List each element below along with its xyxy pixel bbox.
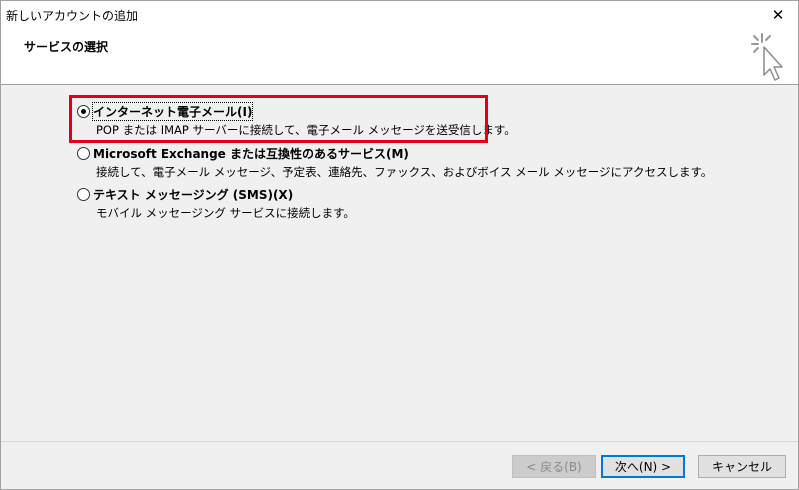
radio-exchange[interactable] (77, 146, 90, 160)
option-label[interactable]: Microsoft Exchange または互換性のあるサービス(M) (93, 145, 409, 162)
radio-internet-email[interactable] (77, 104, 90, 118)
option-exchange[interactable]: Microsoft Exchange または互換性のあるサービス(M) 接続して… (77, 145, 712, 180)
option-description: 接続して、電子メール メッセージ、予定表、連絡先、ファックス、およびボイス メー… (96, 165, 713, 179)
option-description: POP または IMAP サーバーに接続して、電子メール メッセージを送受信しま… (96, 123, 516, 137)
window-title: 新しいアカウントの追加 (6, 9, 139, 23)
add-account-dialog: 新しいアカウントの追加 ✕ サービスの選択 インターネット電子メール(I) PO… (0, 0, 799, 490)
title-bar: 新しいアカウントの追加 ✕ (1, 1, 798, 29)
service-options: インターネット電子メール(I) POP または IMAP サーバーに接続して、電… (1, 86, 798, 441)
option-label[interactable]: テキスト メッセージング (SMS)(X) (93, 186, 293, 203)
cancel-button[interactable]: キャンセル (698, 455, 786, 478)
button-bar: < 戻る(B) 次へ(N) > キャンセル (1, 441, 798, 489)
cursor-sparkle-icon (751, 33, 783, 81)
option-sms[interactable]: テキスト メッセージング (SMS)(X) モバイル メッセージング サービスに… (77, 186, 355, 221)
option-internet-email[interactable]: インターネット電子メール(I) POP または IMAP サーバーに接続して、電… (77, 101, 516, 138)
page-title: サービスの選択 (24, 40, 109, 54)
wizard-header: サービスの選択 (1, 29, 798, 85)
back-button[interactable]: < 戻る(B) (512, 455, 596, 478)
option-label[interactable]: インターネット電子メール(I) (91, 101, 254, 121)
option-description: モバイル メッセージング サービスに接続します。 (96, 206, 355, 220)
close-icon: ✕ (771, 6, 785, 24)
radio-sms[interactable] (77, 187, 90, 201)
close-button[interactable]: ✕ (758, 1, 798, 29)
next-button[interactable]: 次へ(N) > (601, 455, 685, 478)
